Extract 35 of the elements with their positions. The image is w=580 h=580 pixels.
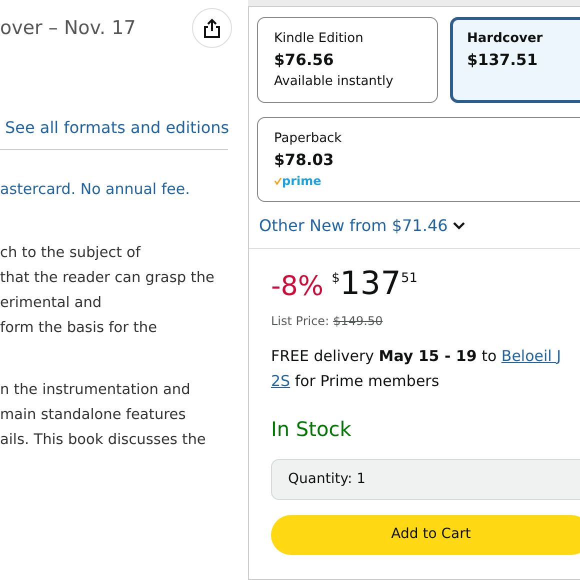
description-text: ails. This book discusses the xyxy=(0,430,207,450)
description-text: main standalone features xyxy=(0,406,187,424)
availability-text: Available instantly xyxy=(274,72,394,91)
share-icon xyxy=(203,18,221,38)
format-name: Hardcover xyxy=(467,30,544,48)
format-price: $137.51 xyxy=(467,50,539,70)
delivery-text: FREE delivery May 15 - 19 to Beloeil J 2S for Prime members xyxy=(271,346,562,392)
quantity-dropdown[interactable]: Quantity: 1 xyxy=(271,458,580,500)
format-option[interactable]: Hardcover $137.51 xyxy=(450,17,580,104)
description-text: n the instrumentation and xyxy=(0,380,192,400)
card-offer-text: astercard. No annual fee. xyxy=(0,179,191,200)
description-text: that the reader can grasp the xyxy=(0,268,216,288)
format-option[interactable]: Paperback $78.03 prime xyxy=(257,117,580,202)
format-price: $78.03 xyxy=(274,150,335,171)
discount-percent: -8% xyxy=(271,270,324,304)
chevron-down-icon xyxy=(452,221,466,231)
list-price: $149.50 xyxy=(333,312,383,330)
other-sellers-link[interactable]: Other New from $71.46 xyxy=(259,214,466,238)
share-button[interactable] xyxy=(192,8,232,48)
format-name: Paperback xyxy=(274,130,343,148)
description-text: ch to the subject of xyxy=(0,244,142,262)
format-name: Kindle Edition xyxy=(274,30,364,48)
address-link[interactable]: 2S xyxy=(271,372,290,390)
description-text: erimental and xyxy=(0,294,103,312)
description-text: form the basis for the xyxy=(0,318,158,338)
book-title: over – Nov. 17 xyxy=(0,16,136,41)
format-price: $76.56 xyxy=(274,50,335,70)
format-option[interactable]: Kindle Edition $76.56 Available instantly xyxy=(257,17,438,104)
address-link[interactable]: Beloeil J xyxy=(501,346,562,364)
formats-link[interactable]: See all formats and editions xyxy=(5,118,230,137)
prime-label: prime xyxy=(282,173,322,190)
list-price-label: List Price: xyxy=(271,312,330,330)
stock-status: In Stock xyxy=(271,416,352,442)
add-to-cart-button[interactable]: Add to Cart xyxy=(271,514,580,554)
check-icon xyxy=(274,177,282,185)
